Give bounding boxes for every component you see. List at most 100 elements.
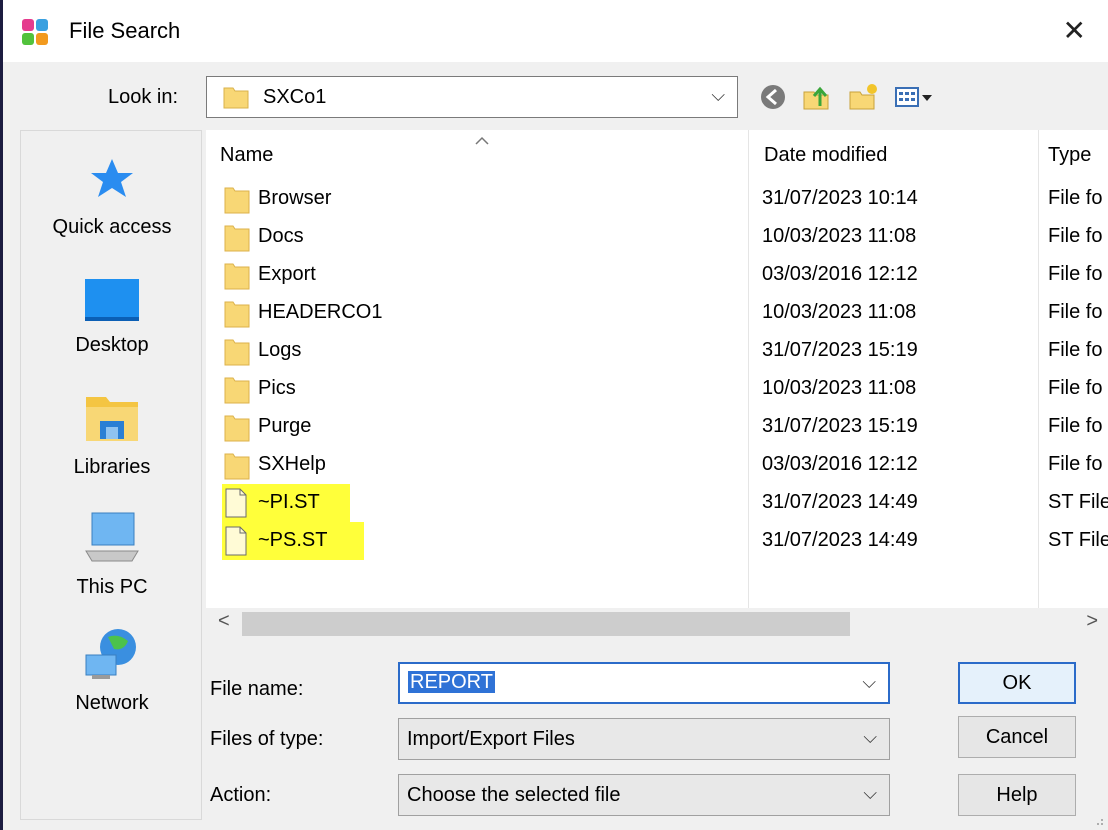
new-folder-icon[interactable]: [846, 80, 880, 114]
file-date-cell: 10/03/2023 11:08: [762, 301, 917, 323]
column-header-name[interactable]: Name: [220, 144, 273, 167]
place-label: This PC: [76, 576, 148, 598]
file-date-cell: 03/03/2016 12:12: [762, 263, 918, 285]
file-name-cell: Docs: [258, 225, 304, 247]
back-icon[interactable]: [756, 80, 790, 114]
action-value: Choose the selected file: [407, 784, 621, 806]
place-label: Desktop: [75, 334, 149, 356]
file-name-cell: ~PS.ST: [258, 529, 328, 551]
column-divider: [1038, 130, 1039, 608]
places-bar: Quick access Desktop Libraries This PC N…: [20, 130, 202, 820]
file-date-cell: 31/07/2023 10:14: [762, 187, 918, 209]
file-name-cell: ~PI.ST: [258, 491, 320, 513]
file-name-label: File name:: [210, 678, 304, 700]
star-icon: [91, 159, 133, 197]
file-name-cell: Browser: [258, 187, 332, 209]
folder-icon: [224, 415, 250, 442]
chevron-down-icon: ⌵: [863, 727, 877, 747]
file-date-cell: 31/07/2023 14:49: [762, 491, 918, 513]
network-icon: [85, 629, 136, 679]
chevron-down-icon[interactable]: ⌵: [862, 672, 876, 693]
place-label: Quick access: [52, 216, 172, 238]
resize-grip-icon[interactable]: [1094, 816, 1104, 826]
file-name-cell: Logs: [258, 339, 302, 361]
file-date-cell: 10/03/2023 11:08: [762, 225, 917, 247]
file-type-cell: File fo: [1048, 377, 1103, 399]
table-row[interactable]: Docs 10/03/2023 11:08 File fo: [206, 218, 1108, 256]
horizontal-scrollbar[interactable]: < >: [206, 608, 1108, 638]
place-desktop[interactable]: Desktop: [21, 277, 203, 357]
sort-up-icon: [475, 136, 489, 145]
computer-icon: [85, 512, 139, 562]
file-date-cell: 10/03/2023 11:08: [762, 377, 917, 399]
ok-button[interactable]: OK: [958, 662, 1076, 704]
table-row[interactable]: Browser 31/07/2023 10:14 File fo: [206, 180, 1108, 218]
place-libraries[interactable]: Libraries: [21, 393, 203, 479]
chevron-down-icon: ⌵: [863, 783, 877, 803]
table-row[interactable]: HEADERCO1 10/03/2023 11:08 File fo: [206, 294, 1108, 332]
close-button[interactable]: ✕: [1063, 14, 1086, 47]
table-row[interactable]: Pics 10/03/2023 11:08 File fo: [206, 370, 1108, 408]
file-type-label: Files of type:: [210, 728, 324, 750]
action-label: Action:: [210, 784, 272, 806]
file-name-input[interactable]: REPORT ⌵: [398, 662, 890, 704]
table-row[interactable]: Logs 31/07/2023 15:19 File fo: [206, 332, 1108, 370]
window-title: File Search: [69, 18, 181, 43]
file-list[interactable]: Name Date modified Type Browser 31/07/202…: [206, 130, 1108, 608]
title-bar: File Search ✕: [3, 0, 1108, 62]
left-edge: [0, 0, 3, 830]
file-name-cell: HEADERCO1: [258, 301, 383, 323]
file-icon: [225, 526, 247, 556]
table-row[interactable]: ~PS.ST 31/07/2023 14:49 ST File: [206, 522, 1108, 560]
column-divider: [748, 130, 749, 608]
file-date-cell: 31/07/2023 14:49: [762, 529, 918, 551]
libraries-icon: [86, 397, 138, 441]
view-menu-icon[interactable]: [892, 80, 936, 114]
action-select[interactable]: Choose the selected file ⌵: [398, 774, 890, 816]
place-network[interactable]: Network: [21, 627, 203, 715]
file-type-cell: File fo: [1048, 301, 1103, 323]
folder-icon: [224, 187, 250, 214]
table-row[interactable]: Purge 31/07/2023 15:19 File fo: [206, 408, 1108, 446]
place-label: Network: [75, 692, 149, 714]
file-type-select[interactable]: Import/Export Files ⌵: [398, 718, 890, 760]
look-in-label: Look in:: [108, 86, 179, 108]
folder-icon: [224, 301, 250, 328]
app-icon: [22, 19, 48, 45]
help-button[interactable]: Help: [958, 774, 1076, 816]
table-row[interactable]: SXHelp 03/03/2016 12:12 File fo: [206, 446, 1108, 484]
file-type-cell: File fo: [1048, 415, 1103, 437]
file-name-value: REPORT: [408, 671, 495, 693]
table-row[interactable]: ~PI.ST 31/07/2023 14:49 ST File: [206, 484, 1108, 522]
look-in-value: SXCo1: [263, 86, 327, 108]
up-folder-icon[interactable]: [800, 80, 834, 114]
place-quick-access[interactable]: Quick access: [21, 155, 203, 239]
cancel-button[interactable]: Cancel: [958, 716, 1076, 758]
file-date-cell: 31/07/2023 15:19: [762, 339, 918, 361]
scroll-thumb[interactable]: [242, 612, 850, 636]
file-type-cell: ST File: [1048, 491, 1108, 513]
folder-icon: [224, 225, 250, 252]
file-type-cell: File fo: [1048, 263, 1103, 285]
file-type-value: Import/Export Files: [407, 728, 575, 750]
file-type-cell: File fo: [1048, 187, 1103, 209]
file-date-cell: 31/07/2023 15:19: [762, 415, 918, 437]
file-name-cell: Pics: [258, 377, 296, 399]
look-in-dropdown[interactable]: SXCo1 ⌵: [206, 76, 738, 118]
file-name-cell: Export: [258, 263, 316, 285]
scroll-left-arrow[interactable]: <: [218, 610, 230, 633]
chevron-down-icon: ⌵: [711, 85, 725, 105]
file-type-cell: File fo: [1048, 453, 1103, 475]
column-header-type[interactable]: Type: [1048, 144, 1091, 167]
folder-icon: [224, 377, 250, 404]
file-icon: [225, 488, 247, 518]
file-name-cell: SXHelp: [258, 453, 326, 475]
desktop-icon: [85, 279, 139, 321]
place-this-pc[interactable]: This PC: [21, 511, 203, 599]
column-header-date[interactable]: Date modified: [764, 144, 887, 167]
scroll-right-arrow[interactable]: >: [1086, 610, 1098, 633]
file-name-cell: Purge: [258, 415, 312, 437]
folder-icon: [224, 453, 250, 480]
file-type-cell: ST File: [1048, 529, 1108, 551]
table-row[interactable]: Export 03/03/2016 12:12 File fo: [206, 256, 1108, 294]
